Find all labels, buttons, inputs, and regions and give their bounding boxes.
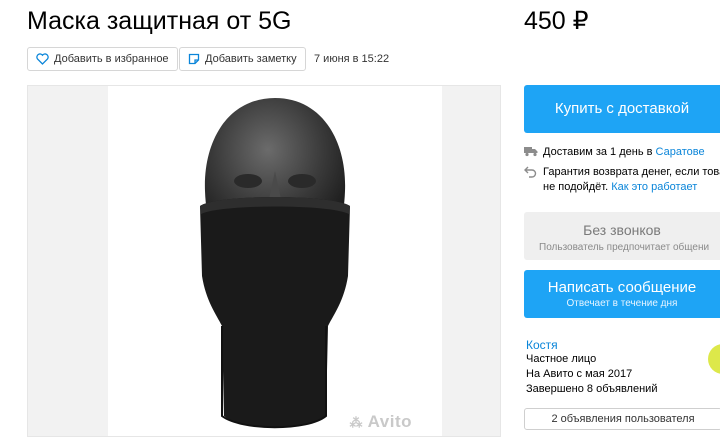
- delivery-city-link[interactable]: Саратове: [656, 146, 705, 158]
- delivery-info: Доставим за 1 день в Саратове: [524, 145, 705, 160]
- seller-completed: Завершено 8 объявлений: [526, 383, 658, 395]
- partial-yellow-badge: [708, 344, 720, 374]
- guarantee-text: не подойдёт.: [543, 181, 612, 193]
- guarantee-line-1: Гарантия возврата денег, если това: [543, 166, 720, 178]
- write-message-button[interactable]: Написать сообщение Отвечает в течение дн…: [524, 270, 720, 318]
- how-it-works-link[interactable]: Как это работает: [611, 181, 697, 193]
- add-to-favorites-button[interactable]: Добавить в избранное: [27, 47, 178, 71]
- photo-gallery[interactable]: ⁂ Avito: [27, 85, 501, 437]
- seller-since: На Авито с мая 2017: [526, 368, 633, 380]
- avito-watermark: ⁂ Avito: [350, 412, 412, 432]
- note-icon: [188, 53, 200, 65]
- product-photo[interactable]: [108, 86, 442, 436]
- seller-name-link[interactable]: Костя: [526, 338, 558, 352]
- buy-with-delivery-label: Купить с доставкой: [554, 100, 690, 117]
- watermark-text: Avito: [367, 412, 412, 431]
- buy-with-delivery-button[interactable]: Купить с доставкой: [524, 85, 720, 133]
- add-note-button[interactable]: Добавить заметку: [179, 47, 306, 71]
- mask-image: [200, 98, 350, 429]
- guarantee-line-2: не подойдёт. Как это работает: [543, 180, 720, 195]
- add-to-favorites-label: Добавить в избранное: [54, 53, 169, 65]
- return-arrow-icon: [524, 166, 537, 178]
- publish-date: 7 июня в 15:22: [314, 53, 390, 65]
- write-message-title: Написать сообщение: [547, 279, 697, 296]
- avito-logo-icon: ⁂: [349, 415, 364, 430]
- seller-ads-button[interactable]: 2 объявления пользователя: [524, 408, 720, 430]
- no-calls-notice: Без звонков Пользователь предпочитает об…: [524, 212, 720, 260]
- delivery-text: Доставим за 1 день в: [543, 146, 656, 158]
- heart-icon: [36, 53, 49, 65]
- listing-price: 450 ₽: [524, 7, 589, 35]
- truck-icon: [524, 147, 538, 157]
- write-message-subtitle: Отвечает в течение дня: [566, 298, 678, 309]
- no-calls-subtitle: Пользователь предпочитает общени: [539, 242, 710, 253]
- guarantee-info: Гарантия возврата денег, если това не по…: [524, 165, 720, 195]
- add-note-label: Добавить заметку: [205, 53, 297, 65]
- seller-type: Частное лицо: [526, 353, 597, 365]
- listing-title: Маска защитная от 5G: [27, 7, 292, 35]
- no-calls-title: Без звонков: [583, 222, 661, 238]
